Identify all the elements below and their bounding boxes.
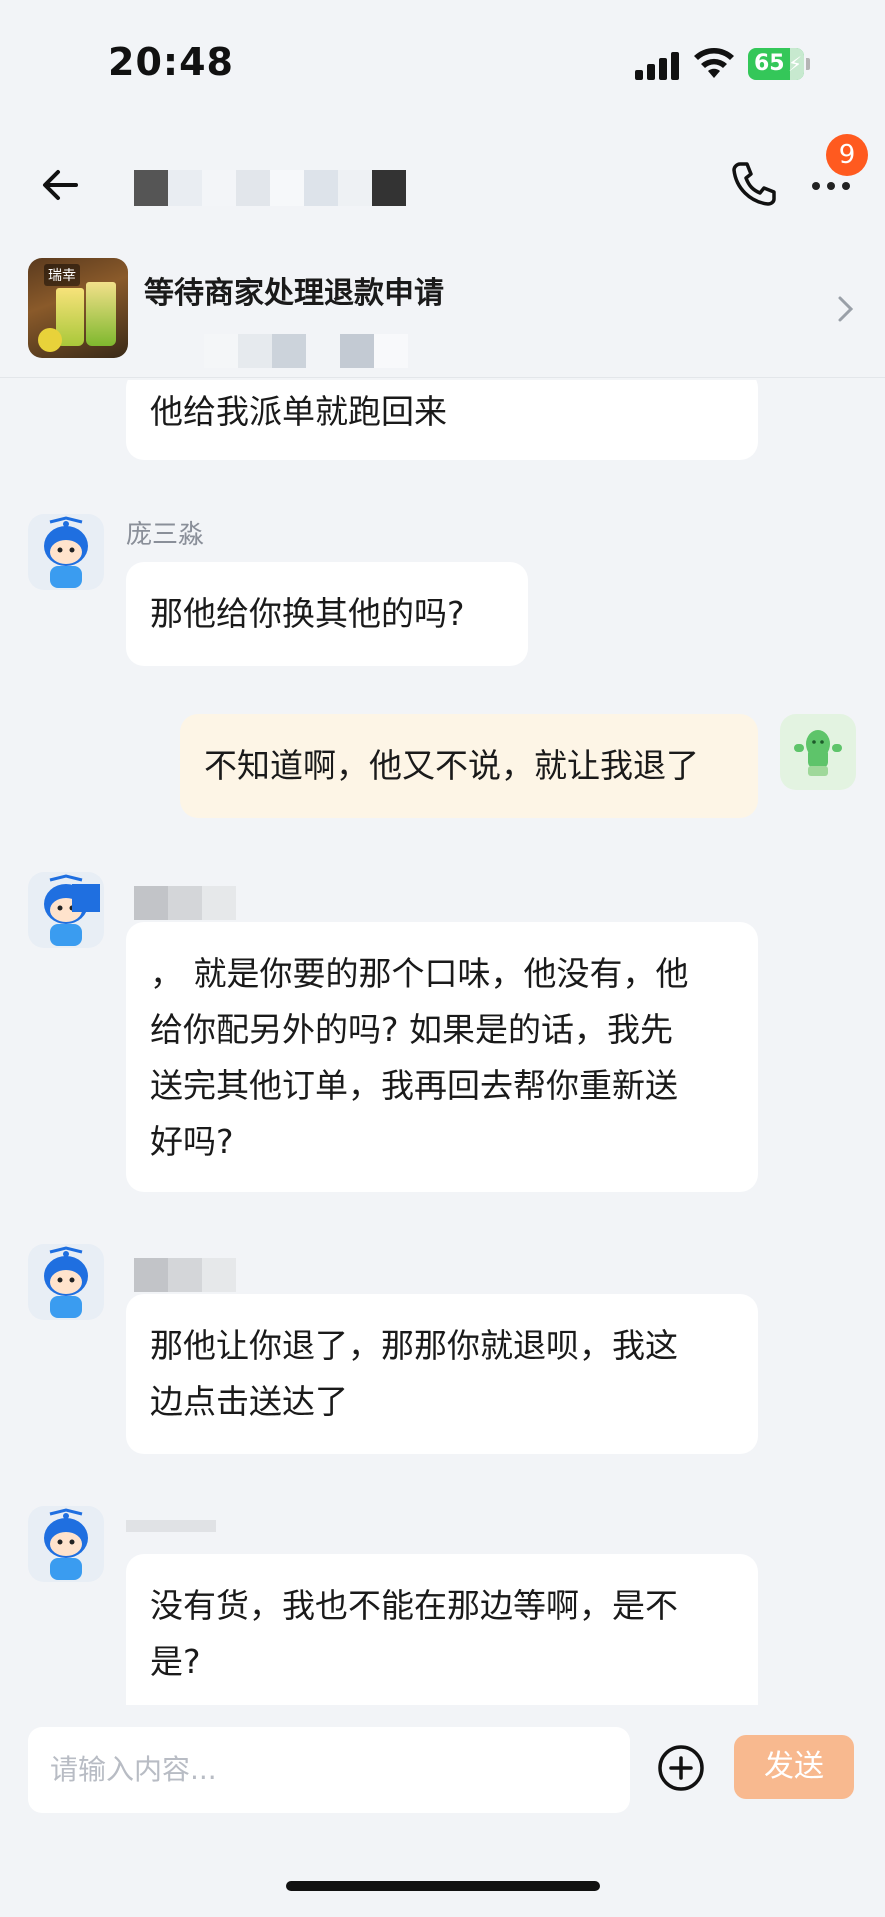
message-input[interactable]: 请输入内容... [28, 1727, 630, 1813]
courier-avatar-icon [44, 1508, 88, 1580]
send-button[interactable]: 发送 [734, 1735, 854, 1799]
courier-avatar[interactable] [28, 514, 104, 590]
message-bubble: ， 就是你要的那个口味，他没有，他 给你配另外的吗? 如果是的话，我先 送完其他… [126, 922, 758, 1192]
message-text: 那他给你换其他的吗? [150, 594, 465, 633]
my-avatar[interactable] [780, 714, 856, 790]
add-attachment-icon[interactable] [656, 1743, 706, 1793]
courier-avatar[interactable] [28, 1506, 104, 1582]
sender-name-redacted [134, 1258, 236, 1292]
order-status-title: 等待商家处理退款申请 [144, 276, 444, 311]
battery-icon: 65 ⚡ [748, 48, 810, 80]
chevron-right-icon [838, 296, 854, 322]
message-line: 边点击送达了 [150, 1382, 348, 1421]
sender-name-redacted [126, 1520, 216, 1532]
sender-name-redacted [134, 886, 236, 920]
courier-avatar[interactable] [28, 1244, 104, 1320]
home-indicator [286, 1881, 600, 1891]
message-bubble: 那他给你换其他的吗? [126, 562, 528, 666]
message-line: ， 就是你要的那个口味，他没有，他 [150, 954, 689, 993]
message-bubble: 他给我派单就跑回来 [126, 380, 758, 460]
cellular-signal-icon [635, 50, 679, 80]
order-status-card[interactable]: 瑞幸 等待商家处理退款申请 [0, 250, 885, 378]
message-bubble: 没有货，我也不能在那边等啊，是不 是? [126, 1554, 758, 1705]
courier-avatar-icon [44, 874, 100, 946]
unread-badge: 9 [826, 134, 868, 176]
wifi-icon [694, 48, 734, 78]
product-thumbnail: 瑞幸 [28, 258, 128, 358]
message-line: 送完其他订单，我再回去帮你重新送 [150, 1066, 678, 1105]
status-time: 20:48 [108, 40, 234, 84]
thumbnail-label: 瑞幸 [44, 264, 80, 286]
message-input-bar: 请输入内容... 发送 [0, 1705, 885, 1917]
message-line: 那他让你退了，那那你就退呗，我这 [150, 1326, 678, 1365]
more-options-icon[interactable] [812, 176, 862, 196]
message-line: 是? [150, 1642, 201, 1681]
contact-name-redacted [134, 170, 406, 206]
cactus-avatar-icon [794, 730, 842, 776]
message-line: 好吗? [150, 1122, 234, 1161]
message-text: 不知道啊，他又不说，就让我退了 [204, 746, 699, 785]
battery-level: 65 [754, 51, 785, 76]
message-line: 给你配另外的吗? 如果是的话，我先 [150, 1010, 674, 1049]
sender-name: 庞三淼 [126, 520, 205, 550]
message-line: 没有货，我也不能在那边等啊，是不 [150, 1586, 678, 1625]
message-list[interactable]: 他给我派单就跑回来 庞三淼 那他给你换其他的吗? 不知道啊，他又不说，就让我退了 [0, 380, 885, 1705]
chat-header [0, 130, 885, 240]
message-text: 他给我派单就跑回来 [150, 392, 447, 431]
courier-avatar-icon [44, 516, 88, 588]
phone-call-icon[interactable] [728, 158, 780, 210]
order-subtitle-redacted [204, 334, 408, 368]
courier-avatar-icon [44, 1246, 88, 1318]
status-bar: 20:48 65 ⚡ [0, 0, 885, 130]
courier-avatar[interactable] [28, 872, 104, 948]
message-bubble: 那他让你退了，那那你就退呗，我这 边点击送达了 [126, 1294, 758, 1454]
back-arrow-icon[interactable] [36, 160, 86, 210]
my-message-bubble: 不知道啊，他又不说，就让我退了 [180, 714, 758, 818]
